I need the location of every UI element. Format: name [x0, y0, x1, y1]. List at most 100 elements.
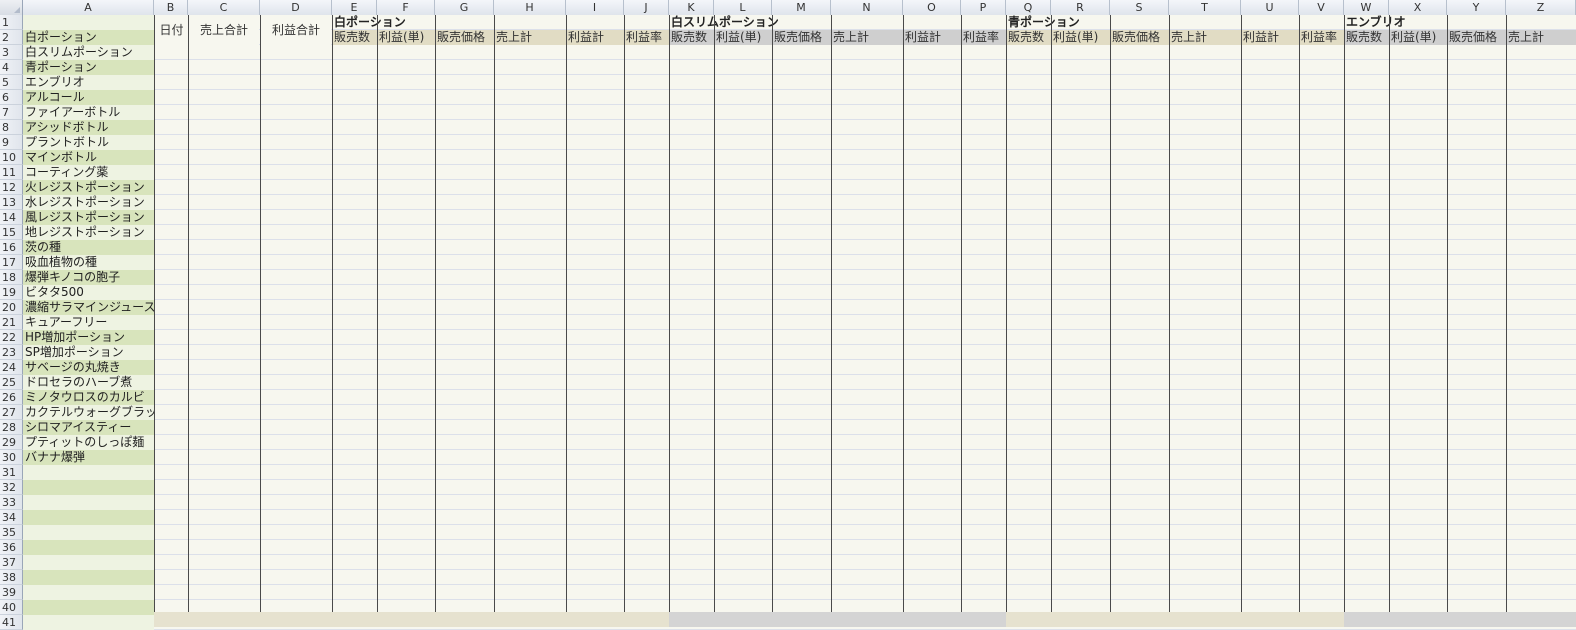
- item-name-cell[interactable]: 火レジストポーション: [23, 180, 154, 195]
- item-name-cell[interactable]: 風レジストポーション: [23, 210, 154, 225]
- item-name-cell[interactable]: [23, 570, 154, 585]
- group-title[interactable]: エンブリオ: [1344, 15, 1576, 30]
- row-header-36[interactable]: 36: [0, 540, 23, 555]
- subheader-cell[interactable]: 販売数: [332, 30, 377, 45]
- row-header-22[interactable]: 22: [0, 330, 23, 345]
- column-header-l[interactable]: L: [714, 0, 772, 15]
- row-header-20[interactable]: 20: [0, 300, 23, 315]
- column-header-x[interactable]: X: [1389, 0, 1447, 15]
- item-name-cell[interactable]: [23, 495, 154, 510]
- subheader-cell[interactable]: 売上計: [494, 30, 566, 45]
- item-name-cell[interactable]: [23, 585, 154, 600]
- column-header-d[interactable]: D: [260, 0, 332, 15]
- column-header-q[interactable]: Q: [1006, 0, 1051, 15]
- row-header-7[interactable]: 7: [0, 105, 23, 120]
- subheader-cell[interactable]: 利益(単): [714, 30, 772, 45]
- item-name-cell[interactable]: プラントボトル: [23, 135, 154, 150]
- item-name-cell[interactable]: [23, 615, 154, 630]
- row-header-21[interactable]: 21: [0, 315, 23, 330]
- column-header-s[interactable]: S: [1110, 0, 1169, 15]
- item-name-cell[interactable]: 濃縮サラマインジュース: [23, 300, 154, 315]
- row-header-1[interactable]: 1: [0, 15, 23, 30]
- column-header-i[interactable]: I: [566, 0, 624, 15]
- subheader-cell[interactable]: 販売数: [1006, 30, 1051, 45]
- column-header-h[interactable]: H: [494, 0, 566, 15]
- item-name-cell[interactable]: ミノタウロスのカルビ: [23, 390, 154, 405]
- row-header-18[interactable]: 18: [0, 270, 23, 285]
- row-header-14[interactable]: 14: [0, 210, 23, 225]
- item-name-cell[interactable]: 地レジストポーション: [23, 225, 154, 240]
- row-header-23[interactable]: 23: [0, 345, 23, 360]
- row-header-38[interactable]: 38: [0, 570, 23, 585]
- column-header-f[interactable]: F: [377, 0, 435, 15]
- row-header-29[interactable]: 29: [0, 435, 23, 450]
- cell-grid[interactable]: [154, 15, 1576, 630]
- item-name-cell[interactable]: [23, 525, 154, 540]
- subheader-cell[interactable]: 利益率: [961, 30, 1006, 45]
- header-profit-total[interactable]: 利益合計: [261, 15, 331, 45]
- item-name-cell[interactable]: [23, 555, 154, 570]
- column-header-j[interactable]: J: [624, 0, 669, 15]
- item-name-cell[interactable]: コーティング薬: [23, 165, 154, 180]
- item-name-cell[interactable]: キュアーフリー: [23, 315, 154, 330]
- item-name-cell[interactable]: ビタタ500: [23, 285, 154, 300]
- subheader-cell[interactable]: 利益計: [1241, 30, 1299, 45]
- item-name-cell[interactable]: プティットのしっぽ麺: [23, 435, 154, 450]
- item-name-cell[interactable]: [23, 510, 154, 525]
- header-date[interactable]: 日付: [155, 15, 188, 45]
- row-header-10[interactable]: 10: [0, 150, 23, 165]
- row-header-32[interactable]: 32: [0, 480, 23, 495]
- row-header-4[interactable]: 4: [0, 60, 23, 75]
- item-name-cell[interactable]: シロマアイスティー: [23, 420, 154, 435]
- item-name-cell[interactable]: マインボトル: [23, 150, 154, 165]
- subheader-cell[interactable]: 売上計: [831, 30, 903, 45]
- item-name-cell[interactable]: ファイアーボトル: [23, 105, 154, 120]
- column-header-u[interactable]: U: [1241, 0, 1299, 15]
- row-header-31[interactable]: 31: [0, 465, 23, 480]
- item-name-cell[interactable]: 白ポーション: [23, 30, 154, 45]
- subheader-cell[interactable]: 販売価格: [1447, 30, 1506, 45]
- item-name-cell[interactable]: [23, 540, 154, 555]
- item-name-cell[interactable]: エンブリオ: [23, 75, 154, 90]
- column-header-b[interactable]: B: [154, 0, 188, 15]
- item-name-cell[interactable]: SP増加ポーション: [23, 345, 154, 360]
- item-name-cell[interactable]: 青ポーション: [23, 60, 154, 75]
- column-header-z[interactable]: Z: [1506, 0, 1576, 15]
- header-sales-total[interactable]: 売上合計: [189, 15, 259, 45]
- subheader-cell[interactable]: 利益率: [1299, 30, 1344, 45]
- row-header-8[interactable]: 8: [0, 120, 23, 135]
- column-header-y[interactable]: Y: [1447, 0, 1506, 15]
- group-title[interactable]: 白ポーション: [332, 15, 669, 30]
- row-header-28[interactable]: 28: [0, 420, 23, 435]
- subheader-cell[interactable]: 売上計: [1506, 30, 1576, 45]
- item-name-cell[interactable]: 白スリムポーション: [23, 45, 154, 60]
- group-title[interactable]: 青ポーション: [1006, 15, 1344, 30]
- row-header-16[interactable]: 16: [0, 240, 23, 255]
- row-header-6[interactable]: 6: [0, 90, 23, 105]
- row-header-3[interactable]: 3: [0, 45, 23, 60]
- column-header-n[interactable]: N: [831, 0, 903, 15]
- row-header-30[interactable]: 30: [0, 450, 23, 465]
- subheader-cell[interactable]: 販売価格: [772, 30, 831, 45]
- column-header-w[interactable]: W: [1344, 0, 1389, 15]
- column-header-e[interactable]: E: [332, 0, 377, 15]
- item-name-cell[interactable]: サベージの丸焼き: [23, 360, 154, 375]
- item-name-cell[interactable]: [23, 465, 154, 480]
- column-header-v[interactable]: V: [1299, 0, 1344, 15]
- row-header-34[interactable]: 34: [0, 510, 23, 525]
- subheader-cell[interactable]: 販売価格: [435, 30, 494, 45]
- row-header-11[interactable]: 11: [0, 165, 23, 180]
- row-header-25[interactable]: 25: [0, 375, 23, 390]
- subheader-cell[interactable]: 利益(単): [1051, 30, 1110, 45]
- item-name-cell[interactable]: アシッドボトル: [23, 120, 154, 135]
- column-header-m[interactable]: M: [772, 0, 831, 15]
- item-name-cell[interactable]: 吸血植物の種: [23, 255, 154, 270]
- row-header-15[interactable]: 15: [0, 225, 23, 240]
- row-header-41[interactable]: 41: [0, 615, 23, 630]
- subheader-cell[interactable]: 利益(単): [1389, 30, 1447, 45]
- item-name-cell[interactable]: HP増加ポーション: [23, 330, 154, 345]
- row-header-2[interactable]: 2: [0, 30, 23, 45]
- group-title[interactable]: 白スリムポーション: [669, 15, 1006, 30]
- row-header-5[interactable]: 5: [0, 75, 23, 90]
- column-header-t[interactable]: T: [1169, 0, 1241, 15]
